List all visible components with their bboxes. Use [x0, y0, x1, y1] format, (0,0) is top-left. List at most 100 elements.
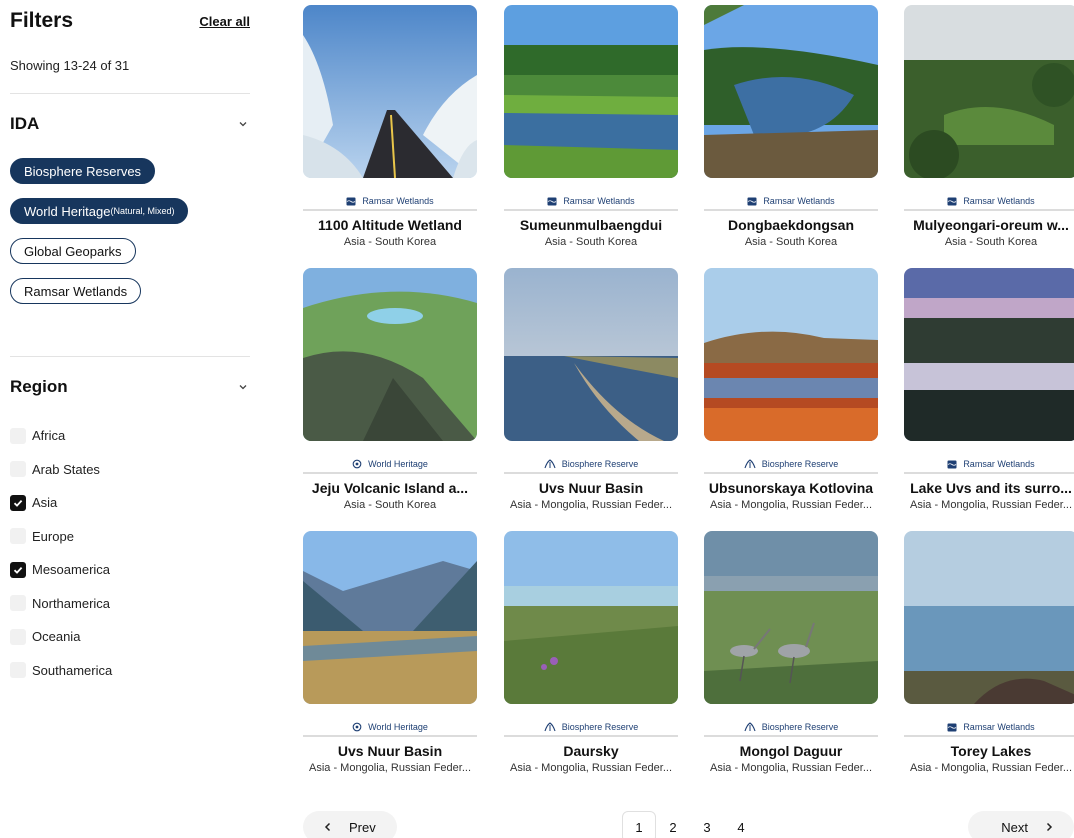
chevron-down-icon: [239, 122, 247, 127]
site-card[interactable]: Ramsar Wetlands 1100 Altitude Wetland As…: [303, 5, 477, 248]
designation-label: Ramsar Wetlands: [362, 196, 434, 206]
site-image[interactable]: [904, 5, 1074, 178]
site-title[interactable]: Jeju Volcanic Island a...: [303, 480, 477, 496]
next-page-button[interactable]: Next: [968, 811, 1074, 838]
ida-chip-global-geoparks[interactable]: Global Geoparks: [10, 238, 136, 264]
site-title[interactable]: Lake Uvs and its surro...: [904, 480, 1074, 496]
site-image[interactable]: [504, 531, 678, 704]
site-image[interactable]: [504, 5, 678, 178]
checkbox[interactable]: [10, 595, 26, 612]
site-card[interactable]: World Heritage Uvs Nuur Basin Asia - Mon…: [303, 531, 477, 774]
site-title[interactable]: Mongol Daguur: [704, 743, 878, 759]
region-option-europe[interactable]: Europe: [10, 520, 250, 554]
checkbox[interactable]: [10, 461, 26, 478]
checkbox[interactable]: [10, 427, 26, 444]
site-location: Asia - Mongolia, Russian Feder...: [509, 762, 673, 774]
designation-badge: Ramsar Wetlands: [303, 193, 477, 211]
region-option-africa[interactable]: Africa: [10, 419, 250, 453]
site-location: Asia - South Korea: [544, 236, 638, 248]
checkmark-icon: [13, 566, 23, 574]
filters-sidebar: Filters Clear all Showing 13-24 of 31 ID…: [10, 0, 250, 687]
site-card[interactable]: Ramsar Wetlands Mulyeongari-oreum w... A…: [904, 5, 1074, 248]
designation-badge: World Heritage: [303, 719, 477, 737]
region-label: Oceania: [32, 629, 81, 645]
site-title[interactable]: Mulyeongari-oreum w...: [904, 217, 1074, 233]
checkbox[interactable]: [10, 662, 26, 679]
site-card[interactable]: Ramsar Wetlands Torey Lakes Asia - Mongo…: [904, 531, 1074, 774]
region-option-asia[interactable]: Asia: [10, 486, 250, 520]
site-card[interactable]: Ramsar Wetlands Sumeunmulbaengdui Asia -…: [504, 5, 678, 248]
site-card[interactable]: Ramsar Wetlands Lake Uvs and its surro..…: [904, 268, 1074, 511]
region-section-title: Region: [10, 377, 68, 396]
designation-label: World Heritage: [368, 722, 428, 732]
prev-page-button[interactable]: Prev: [303, 811, 397, 838]
checkbox[interactable]: [10, 561, 26, 578]
prev-label: Prev: [349, 819, 376, 835]
region-section-toggle[interactable]: Region: [10, 377, 250, 397]
site-title[interactable]: Dongbaekdongsan: [704, 217, 878, 233]
heritage-icon: [352, 459, 362, 469]
site-image[interactable]: [303, 531, 477, 704]
divider: [10, 93, 250, 94]
region-option-arab-states[interactable]: Arab States: [10, 453, 250, 487]
site-location: Asia - Mongolia, Russian Feder...: [709, 762, 873, 774]
checkbox[interactable]: [10, 494, 26, 511]
region-option-oceania[interactable]: Oceania: [10, 620, 250, 654]
designation-label: World Heritage: [368, 459, 428, 469]
site-card[interactable]: Biosphere Reserve Daursky Asia - Mongoli…: [504, 531, 678, 774]
site-image[interactable]: [704, 531, 878, 704]
site-title[interactable]: Ubsunorskaya Kotlovina: [704, 480, 878, 496]
site-image[interactable]: [303, 268, 477, 441]
pagination: Prev 1234 Next: [0, 811, 1074, 838]
ida-section-toggle[interactable]: IDA: [10, 114, 250, 134]
clear-all-link[interactable]: Clear all: [199, 14, 250, 29]
wetland-icon: [547, 197, 557, 206]
page-3-button[interactable]: 3: [690, 811, 724, 838]
ida-chip-list: Biosphere Reserves World Heritage (Natural…: [10, 158, 250, 318]
chip-label: World Heritage: [24, 203, 111, 219]
ida-chip-biosphere-reserves[interactable]: Biosphere Reserves: [10, 158, 156, 184]
site-title[interactable]: Uvs Nuur Basin: [303, 743, 477, 759]
site-image[interactable]: [704, 5, 878, 178]
site-title[interactable]: Uvs Nuur Basin: [504, 480, 678, 496]
filters-title: Filters: [10, 9, 74, 32]
page-4-button[interactable]: 4: [724, 811, 758, 838]
site-title[interactable]: Sumeunmulbaengdui: [504, 217, 678, 233]
site-card[interactable]: World Heritage Jeju Volcanic Island a...…: [303, 268, 477, 511]
site-image[interactable]: [904, 531, 1074, 704]
site-title[interactable]: Torey Lakes: [904, 743, 1074, 759]
region-option-mesoamerica[interactable]: Mesoamerica: [10, 553, 250, 587]
site-image[interactable]: [904, 268, 1074, 441]
ida-chip-ramsar-wetlands[interactable]: Ramsar Wetlands: [10, 278, 142, 304]
region-checkbox-list: Africa Arab States Asia Europe Mesoamerica No…: [10, 419, 250, 687]
page-1-button[interactable]: 1: [622, 811, 656, 838]
checkbox[interactable]: [10, 528, 26, 545]
designation-badge: Ramsar Wetlands: [904, 456, 1074, 474]
site-title[interactable]: 1100 Altitude Wetland: [303, 217, 477, 233]
designation-label: Ramsar Wetlands: [563, 196, 635, 206]
site-title[interactable]: Daursky: [504, 743, 678, 759]
site-image[interactable]: [704, 268, 878, 441]
region-option-northamerica[interactable]: Northamerica: [10, 587, 250, 621]
checkbox[interactable]: [10, 628, 26, 645]
site-card[interactable]: Biosphere Reserve Mongol Daguur Asia - M…: [704, 531, 878, 774]
site-card[interactable]: Biosphere Reserve Ubsunorskaya Kotlovina…: [704, 268, 878, 511]
ida-section-title: IDA: [10, 114, 40, 133]
site-card[interactable]: Biosphere Reserve Uvs Nuur Basin Asia - …: [504, 268, 678, 511]
designation-badge: Ramsar Wetlands: [904, 193, 1074, 211]
biosphere-icon: [544, 459, 556, 469]
chip-label: Global Geoparks: [24, 243, 122, 259]
page-2-button[interactable]: 2: [656, 811, 690, 838]
region-option-southamerica[interactable]: Southamerica: [10, 654, 250, 688]
designation-badge: Biosphere Reserve: [504, 719, 678, 737]
site-card[interactable]: Ramsar Wetlands Dongbaekdongsan Asia - S…: [704, 5, 878, 248]
biosphere-icon: [744, 459, 756, 469]
region-label: Asia: [32, 495, 58, 511]
wetland-icon: [947, 197, 957, 206]
wetland-icon: [346, 197, 356, 206]
designation-label: Ramsar Wetlands: [963, 196, 1035, 206]
designation-badge: Ramsar Wetlands: [504, 193, 678, 211]
site-image[interactable]: [303, 5, 477, 178]
site-image[interactable]: [504, 268, 678, 441]
ida-chip-world-heritage[interactable]: World Heritage (Natural, Mixed): [10, 198, 189, 224]
